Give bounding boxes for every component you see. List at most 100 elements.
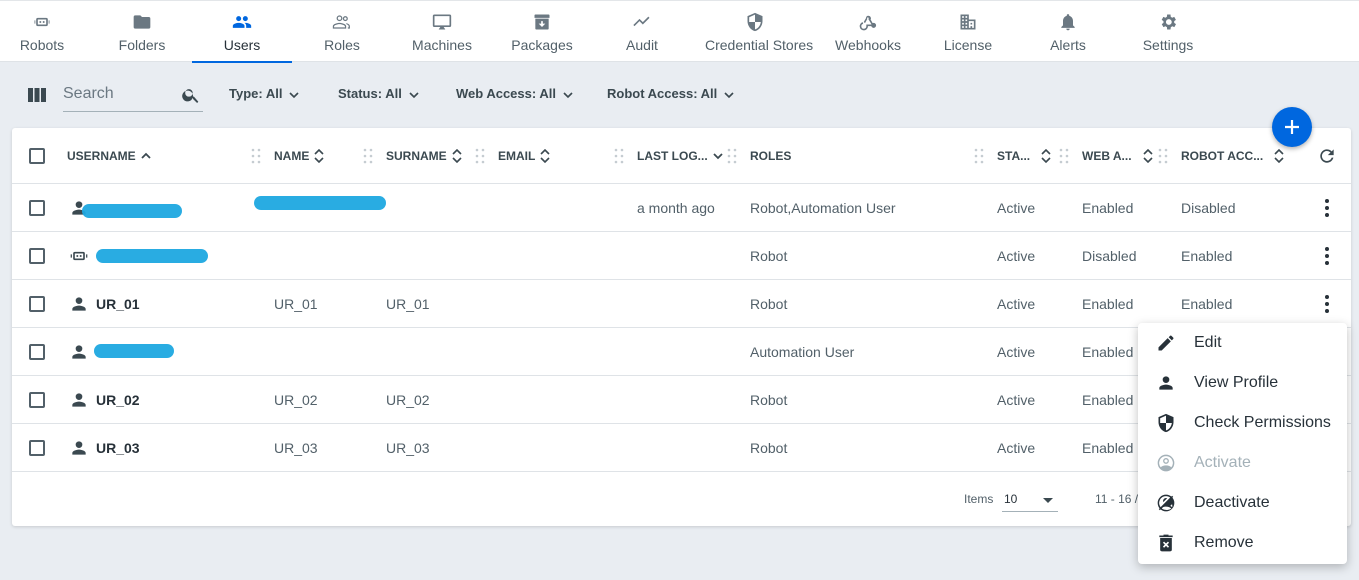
column-header-email[interactable]: EMAIL <box>498 149 551 163</box>
drag-handle-icon[interactable] <box>1158 148 1168 164</box>
redacted-username <box>94 344 174 358</box>
menu-item-label: Check Permissions <box>1194 414 1331 431</box>
web-access-filter[interactable]: Web Access: All <box>456 86 576 103</box>
robot-access-cell: Disabled <box>1181 200 1236 216</box>
menu-item-deactivate[interactable]: Deactivate <box>1138 483 1347 523</box>
name-cell: UR_01 <box>274 296 318 312</box>
search-icon[interactable] <box>181 85 201 105</box>
robot-access-filter[interactable]: Robot Access: All <box>607 86 737 103</box>
username-cell[interactable]: UR_02 <box>96 392 140 408</box>
column-header-name[interactable]: NAME <box>274 149 325 163</box>
drag-handle-icon[interactable] <box>974 148 984 164</box>
column-header-web-access[interactable]: WEB A... <box>1082 149 1154 163</box>
redacted-username <box>96 249 208 263</box>
column-header-roles[interactable]: ROLES <box>750 149 791 163</box>
tab-robots[interactable]: Robots <box>0 1 92 62</box>
type-filter[interactable]: Type: All <box>229 86 302 103</box>
row-checkbox[interactable] <box>29 200 45 216</box>
add-user-button[interactable] <box>1272 107 1312 147</box>
tab-credential-stores[interactable]: Credential Stores <box>705 1 814 62</box>
tab-packages[interactable]: Packages <box>492 1 592 62</box>
web-access-cell: Disabled <box>1082 248 1137 264</box>
sort-icon <box>1142 149 1153 163</box>
table-row[interactable]: UR_01 UR_01 UR_01 Robot Active Enabled E… <box>12 280 1351 328</box>
select-all-checkbox[interactable] <box>29 148 45 164</box>
column-header-status[interactable]: STA... <box>997 149 1052 163</box>
redacted-username <box>82 204 182 218</box>
status-cell: Active <box>997 344 1036 360</box>
drag-handle-icon[interactable] <box>1059 148 1069 164</box>
tab-machines[interactable]: Machines <box>392 1 492 62</box>
username-cell[interactable]: UR_03 <box>96 440 140 456</box>
row-checkbox[interactable] <box>29 440 45 456</box>
tab-folders[interactable]: Folders <box>92 1 192 62</box>
sort-icon <box>540 149 550 163</box>
status-filter[interactable]: Status: All <box>338 86 422 103</box>
tab-alerts[interactable]: Alerts <box>1018 1 1118 62</box>
more-vert-icon[interactable] <box>1315 244 1339 268</box>
tab-label: Roles <box>324 37 360 53</box>
row-context-menu: Edit View Profile Check Permissions Acti… <box>1138 323 1347 564</box>
sort-icon <box>452 149 462 163</box>
chevron-down-icon <box>563 91 573 98</box>
row-checkbox[interactable] <box>29 296 45 312</box>
column-header-username[interactable]: USERNAME <box>67 149 152 163</box>
web-access-cell: Enabled <box>1082 440 1134 456</box>
row-checkbox[interactable] <box>29 392 45 408</box>
tab-users[interactable]: Users <box>192 1 292 63</box>
items-per-page-value: 10 <box>1004 492 1018 506</box>
person-icon <box>72 441 86 455</box>
row-checkbox[interactable] <box>29 344 45 360</box>
drag-handle-icon[interactable] <box>727 148 737 164</box>
tab-webhooks[interactable]: Webhooks <box>818 1 918 62</box>
status-cell: Active <box>997 248 1036 264</box>
items-per-page-select[interactable]: 10 <box>1002 486 1058 512</box>
last-login-cell: a month ago <box>637 200 715 216</box>
sort-desc-icon <box>713 153 723 160</box>
web-access-cell: Enabled <box>1082 392 1134 408</box>
webhook-icon <box>818 12 918 32</box>
drag-handle-icon[interactable] <box>251 148 261 164</box>
trash-icon <box>1159 534 1173 552</box>
tab-label: Users <box>223 37 261 53</box>
columns-icon[interactable] <box>28 86 46 104</box>
drag-handle-icon[interactable] <box>363 148 373 164</box>
tab-audit[interactable]: Audit <box>592 1 692 62</box>
filter-bar: Type: All Status: All Web Access: All Ro… <box>0 72 1359 118</box>
tab-license[interactable]: License <box>918 1 1018 62</box>
surname-cell: UR_01 <box>386 296 430 312</box>
username-cell[interactable]: UR_01 <box>96 296 140 312</box>
drag-handle-icon[interactable] <box>475 148 485 164</box>
more-vert-icon[interactable] <box>1315 196 1339 220</box>
table-row[interactable]: a month ago Robot,Automation User Active… <box>12 184 1351 232</box>
drag-handle-icon[interactable] <box>614 148 624 164</box>
tab-roles[interactable]: Roles <box>292 1 392 62</box>
roles-cell: Automation User <box>750 344 855 360</box>
menu-item-remove[interactable]: Remove <box>1138 523 1347 563</box>
column-label: EMAIL <box>498 149 536 163</box>
grid-header: USERNAME NAME SURNAME EMAIL LAST LOG... … <box>12 128 1351 184</box>
row-checkbox[interactable] <box>29 248 45 264</box>
tab-label: Audit <box>626 37 658 53</box>
items-per-page-label: Items <box>964 492 994 506</box>
status-filter-label: Status: All <box>338 86 402 101</box>
table-row[interactable]: Robot Active Disabled Enabled <box>12 232 1351 280</box>
monitor-icon <box>392 12 492 32</box>
tab-label: Credential Stores <box>705 37 814 53</box>
menu-item-check-permissions[interactable]: Check Permissions <box>1138 403 1347 443</box>
status-cell: Active <box>997 440 1036 456</box>
column-header-robot-access[interactable]: ROBOT ACC... <box>1181 149 1285 163</box>
gear-icon <box>1118 12 1218 32</box>
web-access-filter-label: Web Access: All <box>456 86 556 101</box>
tab-settings[interactable]: Settings <box>1118 1 1218 62</box>
column-header-last-login[interactable]: LAST LOG... <box>637 149 724 163</box>
menu-item-view-profile[interactable]: View Profile <box>1138 363 1347 403</box>
column-header-surname[interactable]: SURNAME <box>386 149 463 163</box>
search-input[interactable] <box>63 80 173 108</box>
more-vert-icon[interactable] <box>1315 292 1339 316</box>
menu-item-edit[interactable]: Edit <box>1138 323 1347 363</box>
refresh-icon[interactable] <box>1317 146 1337 166</box>
name-cell: UR_02 <box>274 392 318 408</box>
account-circle-icon <box>1157 454 1175 472</box>
tab-label: Settings <box>1142 37 1194 53</box>
